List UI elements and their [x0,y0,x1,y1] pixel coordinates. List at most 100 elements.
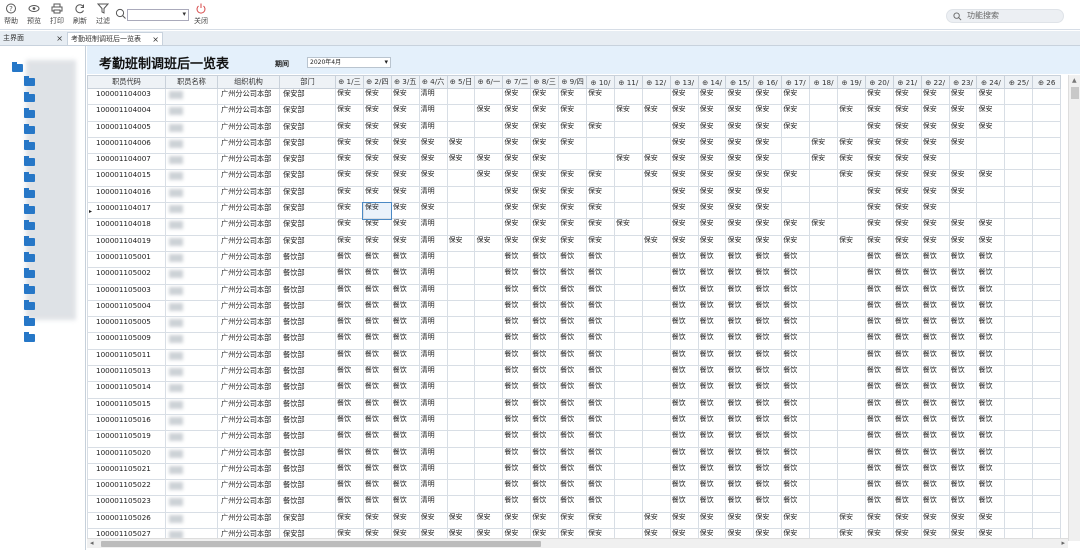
shift-cell[interactable]: 保安 [837,234,866,252]
shift-cell[interactable]: 餐饮 [781,397,811,415]
employee-code-cell[interactable]: 100001104017 [87,202,166,220]
department-cell[interactable]: 餐饮部 [279,462,336,481]
department-cell[interactable]: 保安部 [279,136,336,155]
employee-name-cell[interactable] [165,120,218,138]
shift-cell[interactable]: 餐饮 [948,348,978,367]
shift-cell[interactable]: 餐饮 [335,316,364,334]
shift-cell[interactable]: 保安 [864,234,894,252]
shift-cell[interactable] [809,299,839,318]
shift-cell[interactable]: 保安 [530,120,560,138]
shift-cell[interactable] [809,87,839,106]
shift-cell[interactable]: 保安 [837,153,866,171]
shift-cell[interactable]: 保安 [641,234,671,252]
shift-cell[interactable]: 餐饮 [753,283,783,301]
shift-cell[interactable] [613,185,643,204]
shift-cell[interactable]: 餐饮 [362,365,392,383]
employee-name-cell[interactable] [165,136,218,155]
tab-attendance-report[interactable]: 考勤班制调班后一览表 × [67,32,163,45]
shift-cell[interactable]: 餐饮 [753,430,783,448]
shift-cell[interactable]: 餐饮 [948,495,978,513]
shift-cell[interactable]: 清明 [418,430,448,448]
shift-cell[interactable]: 餐饮 [976,250,1006,269]
shift-cell[interactable]: 保安 [530,202,560,220]
shift-cell[interactable]: 餐饮 [976,316,1006,334]
department-cell[interactable]: 餐饮部 [279,267,336,285]
shift-cell[interactable]: 餐饮 [948,365,978,383]
shift-cell[interactable]: 保安 [753,185,783,204]
shift-cell[interactable]: 保安 [390,202,420,220]
shift-cell[interactable]: 餐饮 [892,283,922,301]
department-cell[interactable]: 保安部 [279,202,336,220]
shift-cell[interactable] [809,185,839,204]
column-header[interactable]: ⊕ 24/ [976,75,1006,89]
shift-cell[interactable]: 餐饮 [864,413,894,432]
table-row[interactable]: 100001104019 广州分公司本部 保安部 保安 保安 保安 清明 保安 保安 保安 保安 保安… [87,234,1062,252]
shift-cell[interactable] [446,202,476,220]
folder-icon[interactable] [24,76,35,86]
shift-cell[interactable]: 餐饮 [892,267,922,285]
shift-cell[interactable] [474,397,504,415]
shift-cell[interactable]: 餐饮 [362,267,392,285]
shift-cell[interactable]: 餐饮 [697,316,727,334]
shift-cell[interactable]: 餐饮 [781,365,811,383]
shift-cell[interactable] [1004,495,1034,513]
shift-cell[interactable]: 餐饮 [669,267,699,285]
shift-cell[interactable]: 保安 [976,120,1006,138]
shift-cell[interactable] [446,267,476,285]
shift-cell[interactable] [1004,250,1034,269]
shift-cell[interactable]: 餐饮 [362,332,392,350]
shift-cell[interactable]: 餐饮 [586,365,615,383]
shift-cell[interactable] [1004,120,1034,138]
shift-cell[interactable] [1004,479,1034,497]
shift-cell[interactable]: 餐饮 [335,283,364,301]
shift-cell[interactable]: 餐饮 [669,430,699,448]
shift-cell[interactable] [809,316,839,334]
shift-cell[interactable]: 保安 [948,185,978,204]
employee-code-cell[interactable]: 100001105020 [87,446,166,464]
shift-cell[interactable]: 餐饮 [948,413,978,432]
shift-cell[interactable]: 餐饮 [892,381,922,399]
shift-cell[interactable]: 餐饮 [920,479,950,497]
organization-cell[interactable]: 广州分公司本部 [217,299,280,318]
shift-cell[interactable]: 餐饮 [948,479,978,497]
shift-cell[interactable]: 餐饮 [697,430,727,448]
shift-cell[interactable] [474,316,504,334]
shift-cell[interactable]: 餐饮 [948,462,978,481]
shift-cell[interactable] [1004,234,1034,252]
department-cell[interactable]: 餐饮部 [279,299,336,318]
shift-cell[interactable]: 保安 [781,169,811,187]
column-header[interactable]: ⊕ 5/日 [446,75,476,89]
shift-cell[interactable]: 餐饮 [502,479,532,497]
shift-cell[interactable]: 餐饮 [697,462,727,481]
folder-icon[interactable] [24,172,35,182]
table-row[interactable]: 100001105023 广州分公司本部 餐饮部 餐饮 餐饮 餐饮 清明 餐饮 餐饮 餐饮 餐饮 餐饮… [87,495,1062,513]
period-select[interactable]: 2020年4月 ▾ [307,57,391,68]
department-cell[interactable]: 餐饮部 [279,381,336,399]
shift-cell[interactable] [837,430,866,448]
shift-cell[interactable]: 清明 [418,234,448,252]
shift-cell[interactable] [641,250,671,269]
department-cell[interactable]: 餐饮部 [279,348,336,367]
shift-cell[interactable]: 保安 [809,153,839,171]
shift-cell[interactable] [446,446,476,464]
column-header[interactable]: ⊕ 23/ [948,75,978,89]
shift-cell[interactable] [613,413,643,432]
shift-cell[interactable]: 餐饮 [335,267,364,285]
shift-cell[interactable] [641,267,671,285]
shift-cell[interactable]: 餐饮 [753,267,783,285]
shift-cell[interactable]: 保安 [809,218,839,236]
shift-cell[interactable] [1004,430,1034,448]
shift-cell[interactable] [613,250,643,269]
shift-cell[interactable]: 保安 [864,202,894,220]
shift-cell[interactable]: 保安 [530,511,560,530]
shift-cell[interactable] [837,250,866,269]
shift-cell[interactable] [976,185,1006,204]
shift-cell[interactable]: 餐饮 [864,283,894,301]
shift-cell[interactable]: 保安 [697,234,727,252]
department-cell[interactable]: 保安部 [279,234,336,252]
table-row[interactable]: 100001104004 广州分公司本部 保安部 保安 保安 保安 清明 保安 保安 保安 保安 保安… [87,104,1062,122]
folder-icon[interactable] [24,108,35,118]
shift-cell[interactable]: 餐饮 [558,462,588,481]
shift-cell[interactable] [474,87,504,106]
employee-code-cell[interactable]: 100001105019 [87,430,166,448]
